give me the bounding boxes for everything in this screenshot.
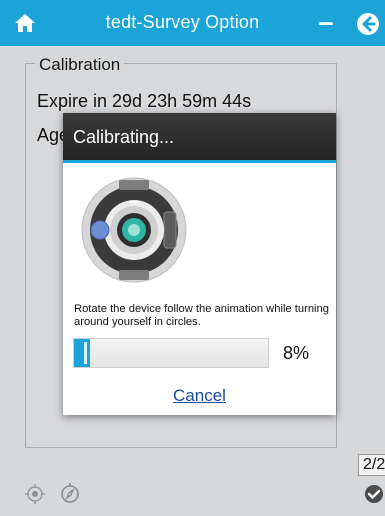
compass-icon[interactable] <box>59 482 81 504</box>
dialog-title: Calibrating... <box>73 127 175 147</box>
progress-fill <box>74 339 90 367</box>
title-bar: tedt-Survey Option – <box>0 0 385 46</box>
back-arrow-icon[interactable] <box>356 12 380 36</box>
dialog-divider <box>63 160 336 163</box>
page-indicator: 2/2 <box>358 454 385 476</box>
progress-percent: 8% <box>283 343 310 363</box>
expire-text: Expire in 29d 23h 59m 44s <box>37 91 252 111</box>
minimize-button[interactable]: – <box>318 8 334 36</box>
cancel-link[interactable]: Cancel <box>63 386 336 406</box>
dialog-header: Calibrating... <box>63 113 336 160</box>
device-rotation-icon <box>81 177 187 283</box>
calibration-instruction: Rotate the device follow the animation w… <box>74 303 329 328</box>
check-circle-icon[interactable] <box>364 484 384 504</box>
calibration-progress-bar <box>73 338 269 368</box>
gps-target-icon[interactable] <box>25 484 45 504</box>
calibration-group-label: Calibration <box>35 55 125 75</box>
calibration-dialog: Calibrating... Rotate the device follow … <box>63 113 336 415</box>
